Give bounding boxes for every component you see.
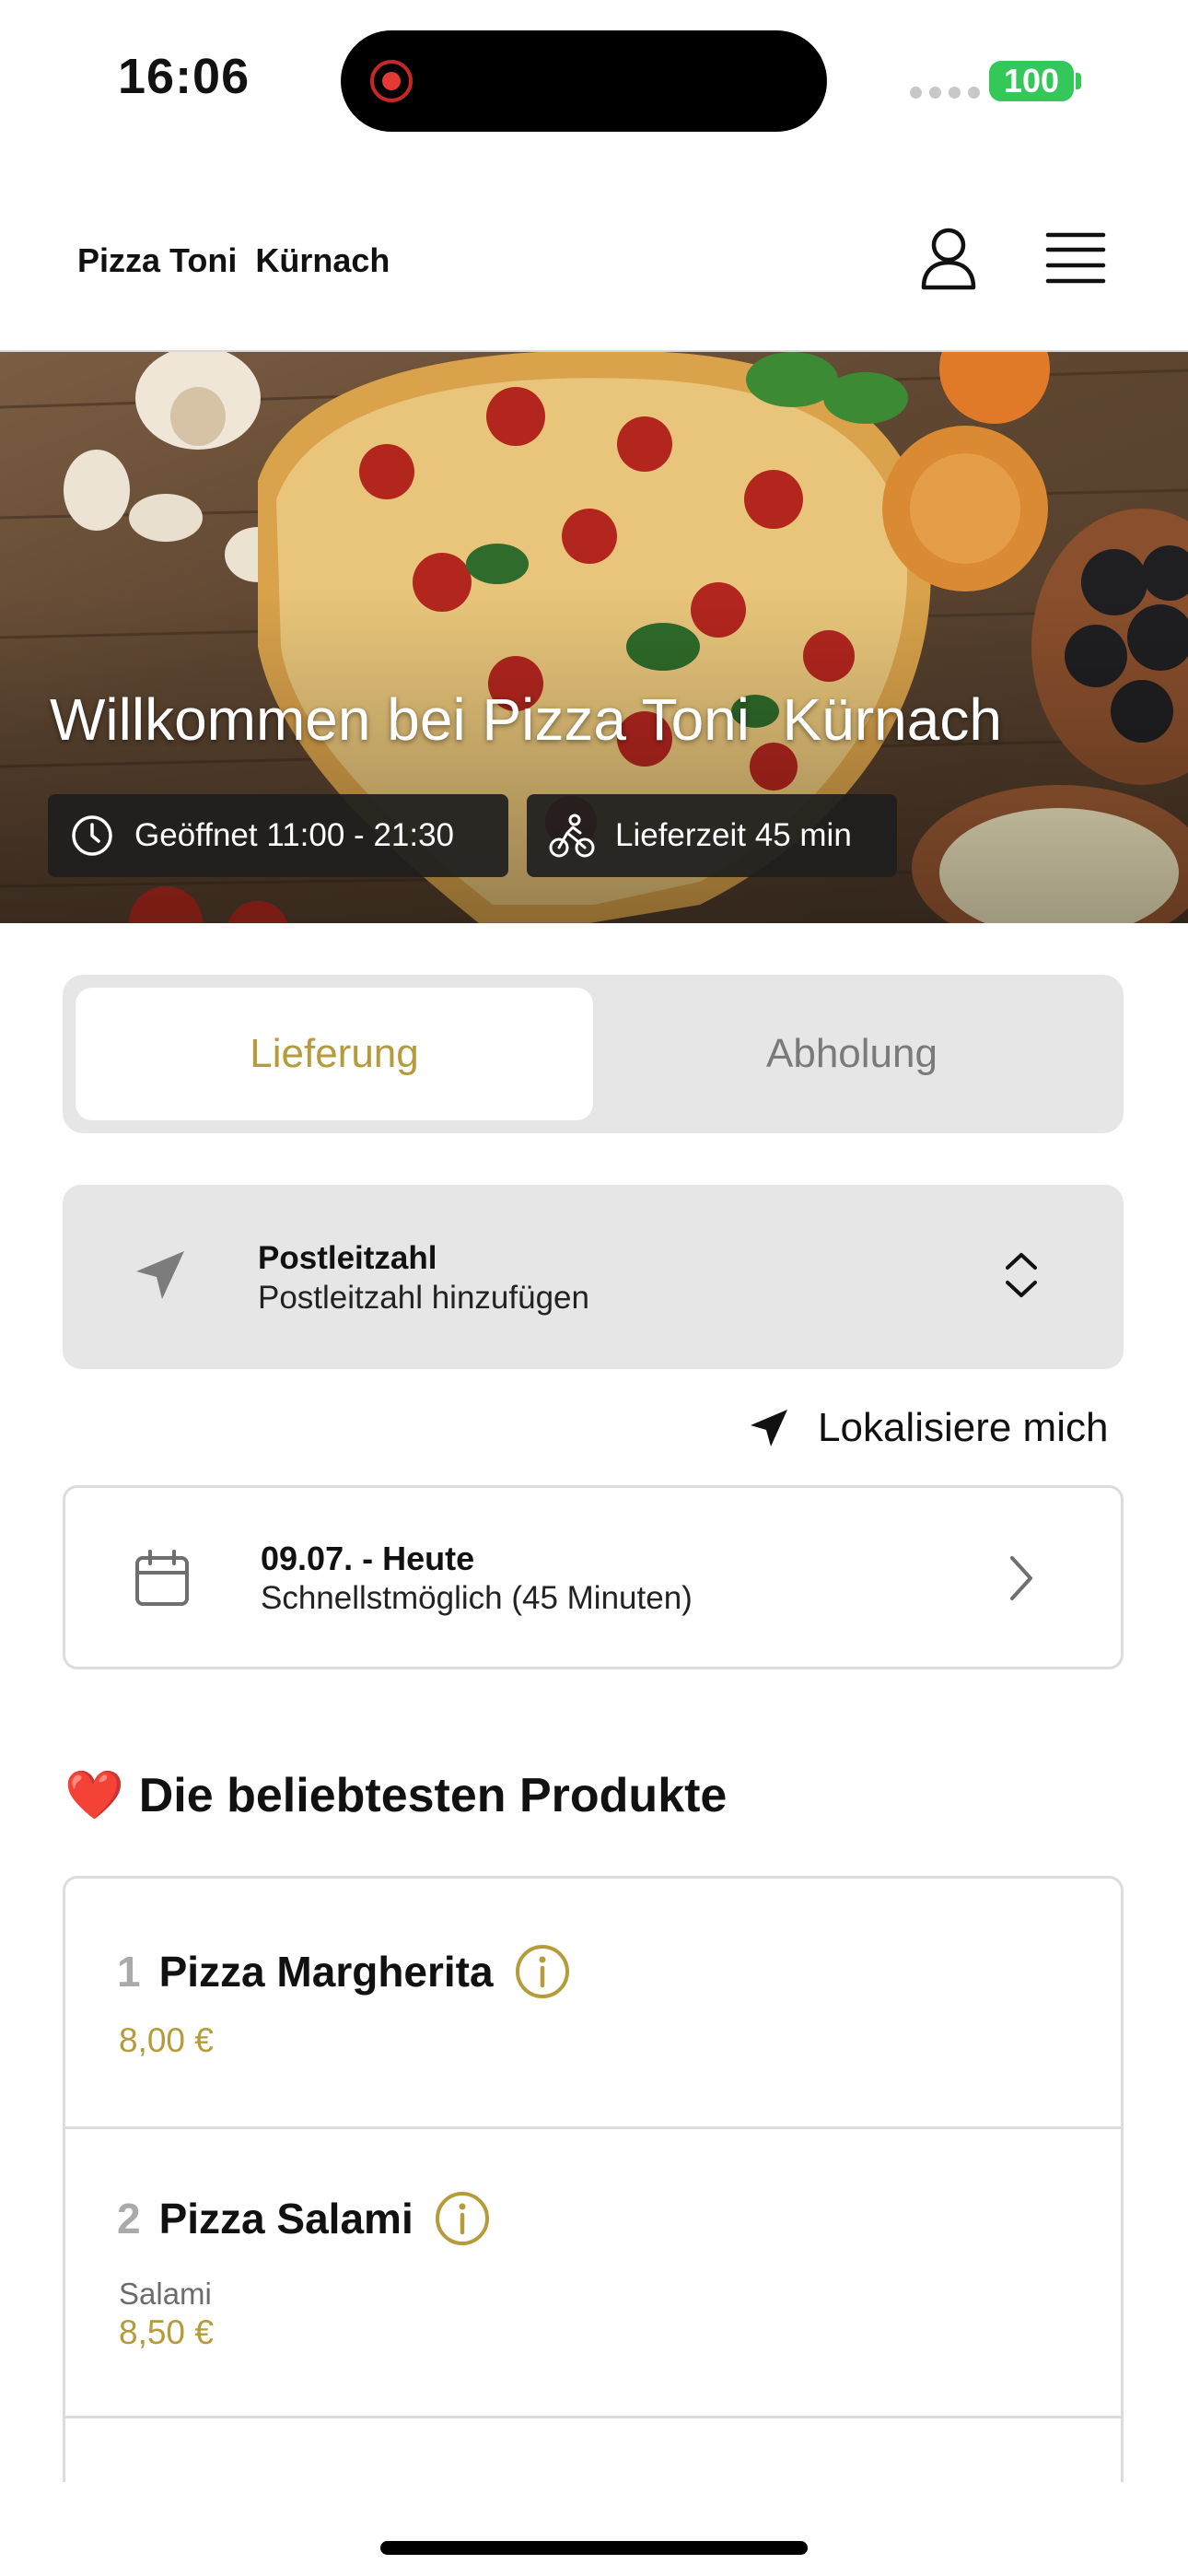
postcode-selector[interactable]: Postleitzahl Postleitzahl hinzufügen	[63, 1185, 1124, 1369]
navigation-arrow-icon	[136, 1251, 184, 1299]
chevron-up-down-icon	[1006, 1253, 1037, 1297]
tab-delivery[interactable]: Lieferung	[76, 988, 593, 1120]
home-indicator[interactable]	[380, 2541, 808, 2555]
signal-icon	[910, 87, 980, 99]
product-name: Pizza Margherita	[158, 1948, 494, 1996]
calendar-icon	[135, 1550, 189, 1606]
chevron-right-icon	[1010, 1556, 1032, 1600]
battery-icon: 100	[989, 61, 1074, 101]
product-price: 8,50 €	[119, 2313, 214, 2351]
order-mode-toggle: Lieferung Abholung	[63, 975, 1124, 1133]
product-rank: 2	[117, 2195, 141, 2242]
bike-courier-icon	[549, 814, 595, 858]
hero-banner: Willkommen bei Pizza Toni Kürnach Geöffn…	[0, 352, 1188, 923]
recording-indicator-icon	[370, 60, 413, 102]
hero-title: Willkommen bei Pizza Toni Kürnach	[50, 686, 1002, 753]
clock-icon	[72, 815, 112, 856]
product-header: 2 Pizza Salami	[117, 2190, 491, 2247]
product-rank: 1	[117, 1948, 141, 1996]
product-item[interactable]: 1 Pizza Margherita 8,00 €	[65, 1879, 1121, 2129]
locate-me-button[interactable]: Lokalisiere mich	[748, 1400, 1108, 1456]
locate-me-label: Lokalisiere mich	[818, 1405, 1109, 1450]
restaurant-brand[interactable]: Pizza Toni Kürnach	[77, 241, 390, 280]
product-name: Pizza Salami	[158, 2195, 413, 2242]
user-icon	[921, 228, 976, 290]
status-bar: 16:06 100	[0, 0, 1188, 166]
account-button[interactable]	[912, 217, 985, 299]
selected-date: 09.07. - Heute	[261, 1540, 475, 1577]
info-icon[interactable]	[514, 1943, 571, 2000]
postcode-placeholder: Postleitzahl hinzufügen	[258, 1280, 589, 1316]
product-price: 8,00 €	[119, 2021, 214, 2059]
product-item[interactable]: 2 Pizza Salami Salami 8,50 €	[65, 2129, 1121, 2418]
location-arrow-icon	[751, 1410, 787, 1446]
popular-products-title: Die beliebtesten Produkte	[138, 1768, 728, 1822]
opening-hours-text: Geöffnet 11:00 - 21:30	[134, 817, 455, 853]
selected-time: Schnellstmöglich (45 Minuten)	[261, 1580, 693, 1616]
app-header: Pizza Toni Kürnach	[0, 175, 1188, 352]
product-header: 1 Pizza Margherita	[117, 1943, 571, 2000]
popular-products-heading: ❤️ Die beliebtesten Produkte	[64, 1767, 727, 1823]
status-time: 16:06	[118, 49, 250, 104]
heart-icon: ❤️	[64, 1769, 124, 1822]
hamburger-menu-icon	[1045, 232, 1106, 284]
dynamic-island	[341, 30, 827, 132]
info-icon[interactable]	[434, 2190, 491, 2247]
delivery-time-selector[interactable]: 09.07. - Heute Schnellstmöglich (45 Minu…	[63, 1485, 1124, 1669]
delivery-time-text: Lieferzeit 45 min	[615, 817, 852, 853]
popular-products-list: 1 Pizza Margherita 8,00 € 2 Pizza Salami	[63, 1876, 1124, 2576]
menu-button[interactable]	[1039, 217, 1112, 299]
bottom-safe-area	[0, 2482, 1188, 2576]
opening-hours-badge: Geöffnet 11:00 - 21:30	[48, 794, 508, 877]
battery-tip	[1076, 73, 1081, 89]
delivery-time-badge: Lieferzeit 45 min	[527, 794, 897, 877]
product-description: Salami	[119, 2277, 212, 2311]
postcode-label: Postleitzahl	[258, 1240, 437, 1276]
tab-pickup[interactable]: Abholung	[593, 988, 1111, 1120]
